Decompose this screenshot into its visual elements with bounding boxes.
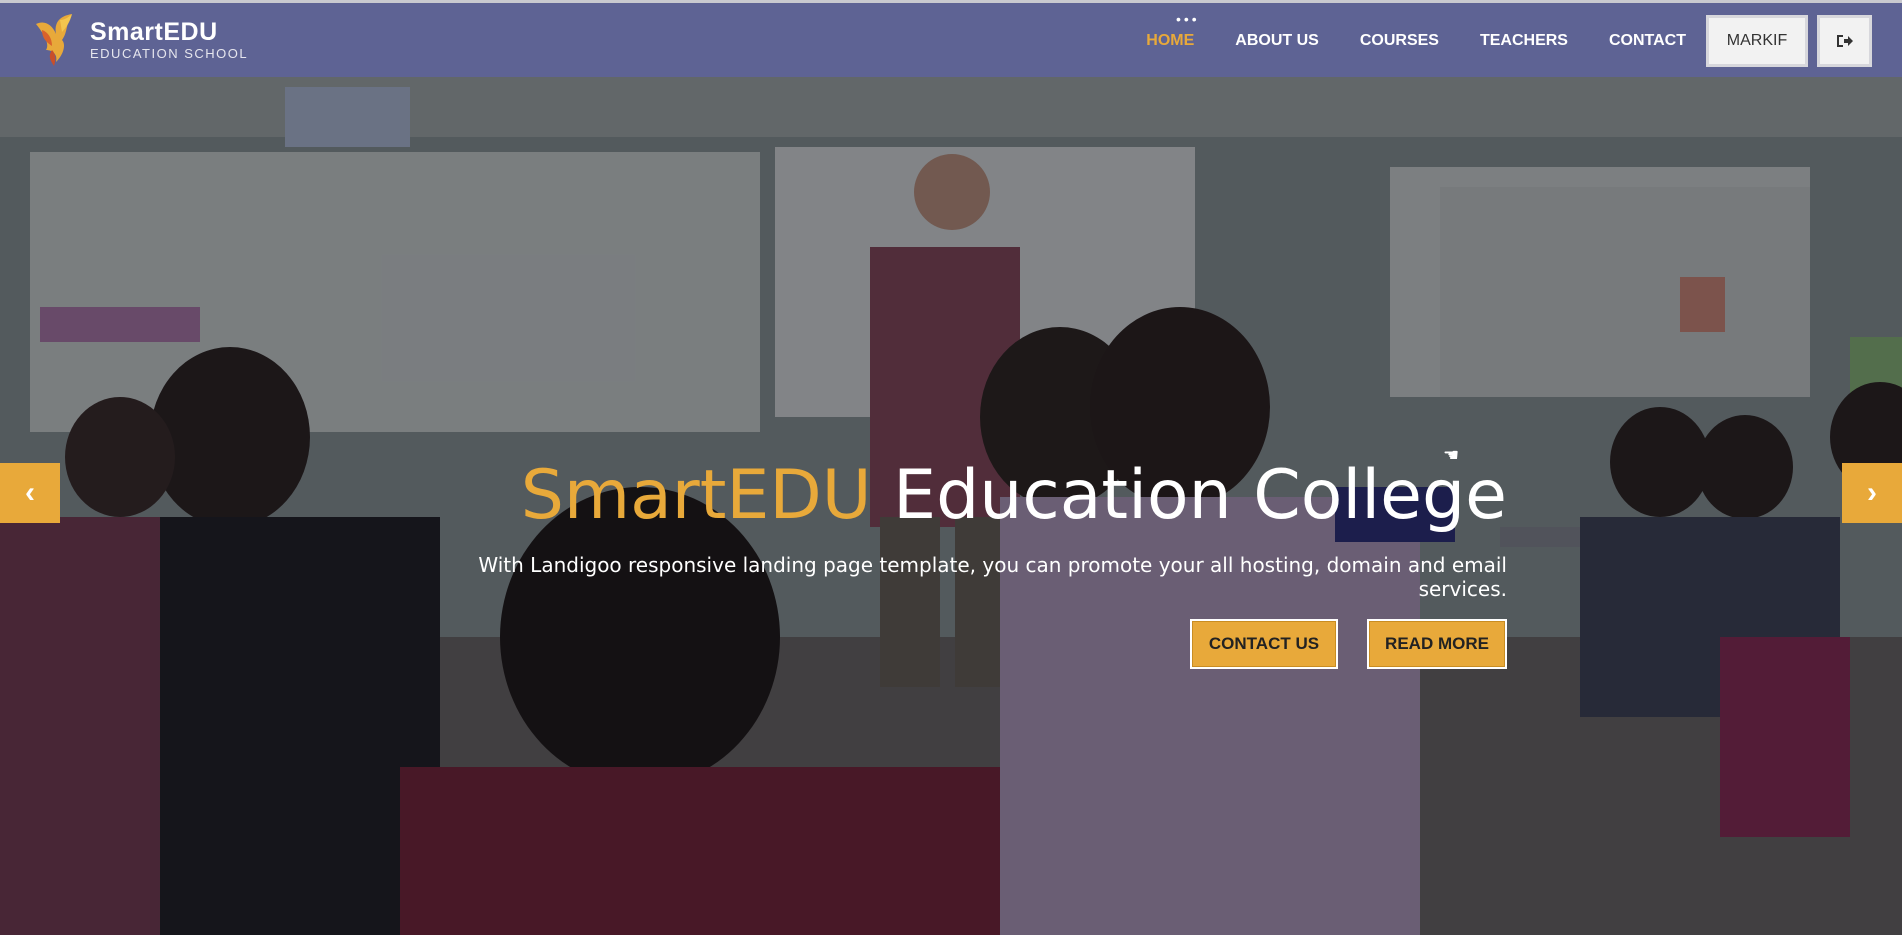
navbar: SmartEDU EDUCATION SCHOOL ••• HOME ABOUT…	[0, 3, 1902, 77]
brand-subtitle: EDUCATION SCHOOL	[90, 46, 249, 61]
slider-prev-button[interactable]: ‹	[0, 463, 60, 523]
user-account-button[interactable]: MARKIF	[1706, 15, 1808, 67]
read-more-button[interactable]: READ MORE	[1367, 619, 1507, 669]
hand-cursor-icon: ☚	[1443, 445, 1460, 465]
brand-name: SmartEDU	[90, 18, 218, 46]
contact-us-button[interactable]: CONTACT US	[1190, 619, 1338, 669]
main-nav: HOME ABOUT US COURSES TEACHERS CONTACT M…	[1105, 15, 1872, 67]
hero-slider: SmartEDU Education College With Landigoo…	[0, 77, 1902, 935]
sign-out-icon	[1836, 35, 1853, 47]
hero-title-accent: SmartEDU	[520, 456, 872, 535]
nav-courses[interactable]: COURSES	[1360, 15, 1439, 67]
hero-subtitle: With Landigoo responsive landing page te…	[478, 553, 1507, 601]
brand-logo[interactable]: SmartEDU EDUCATION SCHOOL	[30, 10, 248, 70]
nav-about-us[interactable]: ABOUT US	[1235, 15, 1319, 67]
logout-button[interactable]	[1817, 15, 1872, 67]
nav-home[interactable]: HOME	[1146, 15, 1194, 67]
phoenix-logo-icon	[30, 10, 82, 70]
slider-next-button[interactable]: ›	[1842, 463, 1902, 523]
chevron-left-icon: ‹	[25, 476, 35, 509]
hero-title-rest: Education College	[871, 456, 1507, 535]
chevron-right-icon: ›	[1867, 476, 1877, 509]
hero-title: SmartEDU Education College	[460, 455, 1507, 537]
nav-contact[interactable]: CONTACT	[1609, 15, 1686, 67]
nav-teachers[interactable]: TEACHERS	[1480, 15, 1568, 67]
